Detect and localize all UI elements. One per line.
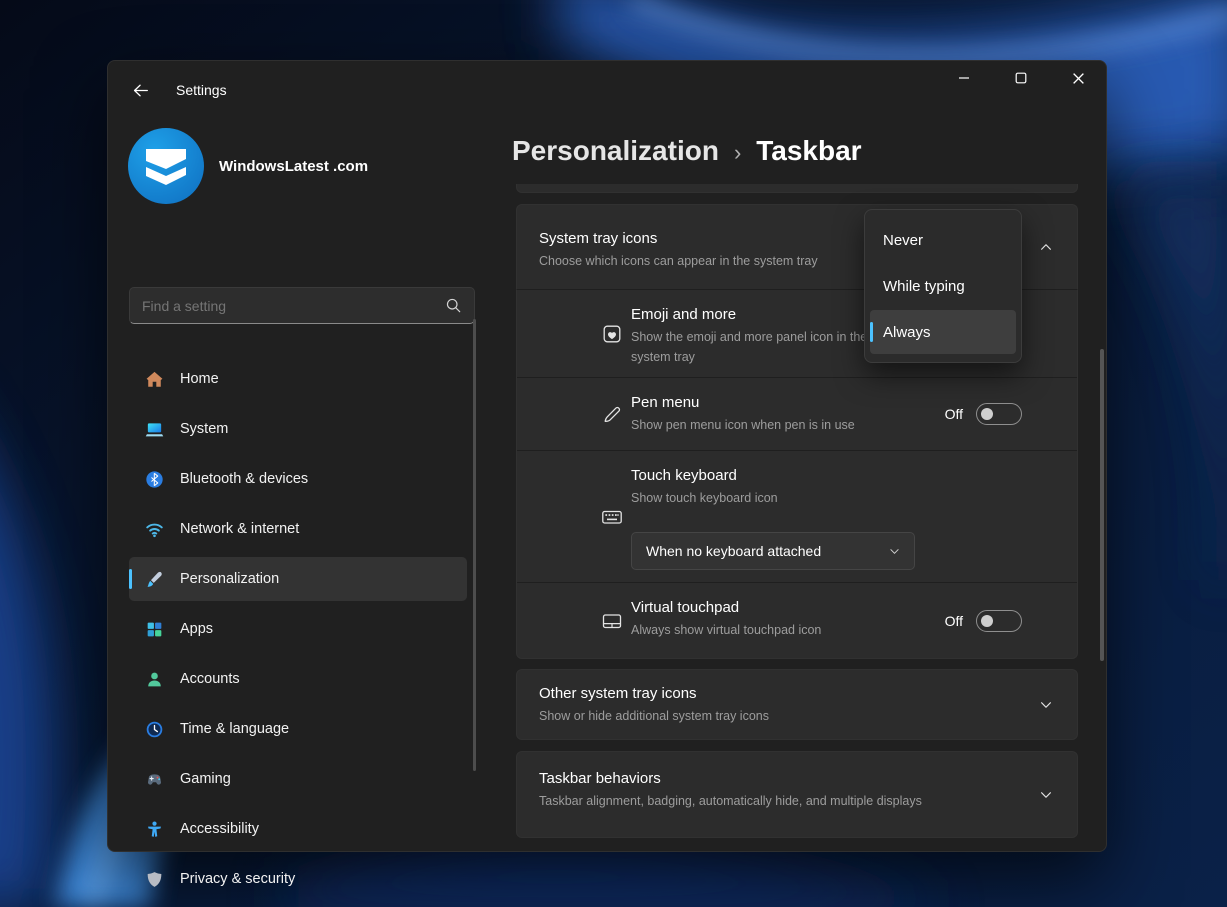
- sidebar-item-accounts[interactable]: Accounts: [129, 657, 467, 701]
- minimize-icon: [958, 72, 970, 84]
- content-scrollbar[interactable]: [1100, 349, 1104, 661]
- toggle-knob: [981, 408, 993, 420]
- sidebar-item-system[interactable]: System: [129, 407, 467, 451]
- window-title: Settings: [176, 82, 227, 98]
- time-language-icon: [145, 720, 164, 739]
- sidebar: WindowsLatest .com Home: [108, 111, 482, 851]
- card-title: Other system tray icons: [539, 684, 1057, 704]
- previous-card-edge: [516, 184, 1078, 193]
- sidebar-nav: Home System Bluetooth & devices: [129, 357, 467, 907]
- row-subtitle: Show the emoji and more panel icon in th…: [631, 327, 876, 367]
- sidebar-item-bluetooth[interactable]: Bluetooth & devices: [129, 457, 467, 501]
- emoji-heart-icon: [601, 323, 623, 345]
- sidebar-item-label: Home: [180, 371, 219, 387]
- sidebar-item-label: Gaming: [180, 771, 231, 787]
- sidebar-item-time-language[interactable]: Time & language: [129, 707, 467, 751]
- caption-controls: [939, 61, 1103, 95]
- touch-keyboard-dropdown[interactable]: When no keyboard attached: [631, 532, 915, 570]
- flyout-option-always[interactable]: Always: [870, 310, 1016, 354]
- card-title: Taskbar behaviors: [539, 769, 1057, 789]
- search-input[interactable]: [130, 298, 445, 314]
- bluetooth-icon: [145, 470, 164, 489]
- search-icon: [445, 297, 462, 314]
- touch-keyboard-icon: [601, 506, 623, 528]
- toggle-knob: [981, 615, 993, 627]
- sidebar-item-gaming[interactable]: Gaming: [129, 757, 467, 801]
- settings-window: Settings: [107, 60, 1107, 852]
- chevron-up-icon[interactable]: [1038, 239, 1054, 255]
- page-title: Taskbar: [756, 135, 861, 167]
- home-icon: [145, 370, 164, 389]
- taskbar-behaviors-card[interactable]: Taskbar behaviors Taskbar alignment, bad…: [516, 751, 1078, 838]
- sidebar-item-label: Time & language: [180, 721, 289, 737]
- virtual-touchpad-icon: [601, 610, 623, 632]
- profile-name: WindowsLatest .com: [219, 158, 368, 175]
- sidebar-item-accessibility[interactable]: Accessibility: [129, 807, 467, 851]
- breadcrumb: Personalization › Taskbar: [512, 135, 862, 167]
- sidebar-item-privacy-security[interactable]: Privacy & security: [129, 857, 467, 901]
- sidebar-item-label: System: [180, 421, 228, 437]
- search-box[interactable]: [129, 287, 475, 324]
- row-title: Touch keyboard: [631, 466, 1057, 486]
- touch-keyboard-row: Touch keyboard Show touch keyboard icon …: [517, 450, 1077, 582]
- virtual-touchpad-toggle-group: Off: [945, 610, 1022, 632]
- accessibility-icon: [145, 820, 164, 839]
- sidebar-item-label: Accessibility: [180, 821, 259, 837]
- maximize-icon: [1015, 72, 1027, 84]
- gaming-icon: [145, 770, 164, 789]
- breadcrumb-parent[interactable]: Personalization: [512, 135, 719, 167]
- pen-menu-row: Pen menu Show pen menu icon when pen is …: [517, 377, 1077, 450]
- sidebar-item-label: Personalization: [180, 571, 279, 587]
- back-button[interactable]: [126, 76, 154, 104]
- apps-icon: [145, 620, 164, 639]
- system-tray-dropdown-flyout: Never While typing Always: [864, 209, 1022, 363]
- profile[interactable]: WindowsLatest .com: [128, 128, 368, 204]
- desktop: Settings: [0, 0, 1227, 907]
- privacy-security-icon: [145, 870, 164, 889]
- sidebar-item-personalization[interactable]: Personalization: [129, 557, 467, 601]
- flyout-option-while-typing[interactable]: While typing: [870, 264, 1016, 308]
- chevron-down-icon[interactable]: [1038, 787, 1054, 803]
- breadcrumb-separator-icon: ›: [734, 140, 741, 166]
- network-icon: [145, 520, 164, 539]
- close-button[interactable]: [1053, 61, 1103, 95]
- sidebar-scrollbar[interactable]: [473, 319, 476, 771]
- virtual-touchpad-toggle[interactable]: [976, 610, 1022, 632]
- sidebar-item-home[interactable]: Home: [129, 357, 467, 401]
- chevron-down-icon: [888, 545, 901, 558]
- minimize-button[interactable]: [939, 61, 989, 95]
- card-subtitle: Taskbar alignment, badging, automaticall…: [539, 791, 1057, 811]
- other-system-tray-icons-card[interactable]: Other system tray icons Show or hide add…: [516, 669, 1078, 740]
- maximize-button[interactable]: [996, 61, 1046, 95]
- sidebar-item-label: Apps: [180, 621, 213, 637]
- back-arrow-icon: [132, 82, 149, 99]
- close-icon: [1072, 72, 1085, 85]
- card-subtitle: Show or hide additional system tray icon…: [539, 706, 1057, 726]
- sidebar-item-label: Privacy & security: [180, 871, 295, 887]
- chevron-down-icon[interactable]: [1038, 697, 1054, 713]
- toggle-state-label: Off: [945, 406, 963, 422]
- sidebar-item-network[interactable]: Network & internet: [129, 507, 467, 551]
- row-subtitle: Show touch keyboard icon: [631, 488, 1057, 508]
- pen-menu-toggle[interactable]: [976, 403, 1022, 425]
- pen-toggle-group: Off: [945, 403, 1022, 425]
- titlebar[interactable]: Settings: [108, 61, 1106, 111]
- row-title: Emoji and more: [631, 305, 876, 325]
- sidebar-item-label: Network & internet: [180, 521, 299, 537]
- sidebar-item-label: Accounts: [180, 671, 240, 687]
- virtual-touchpad-row: Virtual touchpad Always show virtual tou…: [517, 582, 1077, 658]
- personalization-icon: [145, 570, 164, 589]
- sidebar-item-apps[interactable]: Apps: [129, 607, 467, 651]
- system-icon: [145, 420, 164, 439]
- dropdown-value: When no keyboard attached: [632, 543, 888, 559]
- toggle-state-label: Off: [945, 613, 963, 629]
- accounts-icon: [145, 670, 164, 689]
- sidebar-item-label: Bluetooth & devices: [180, 471, 308, 487]
- pen-icon: [601, 403, 623, 425]
- windowslatest-logo: [128, 128, 204, 204]
- flyout-option-never[interactable]: Never: [870, 218, 1016, 262]
